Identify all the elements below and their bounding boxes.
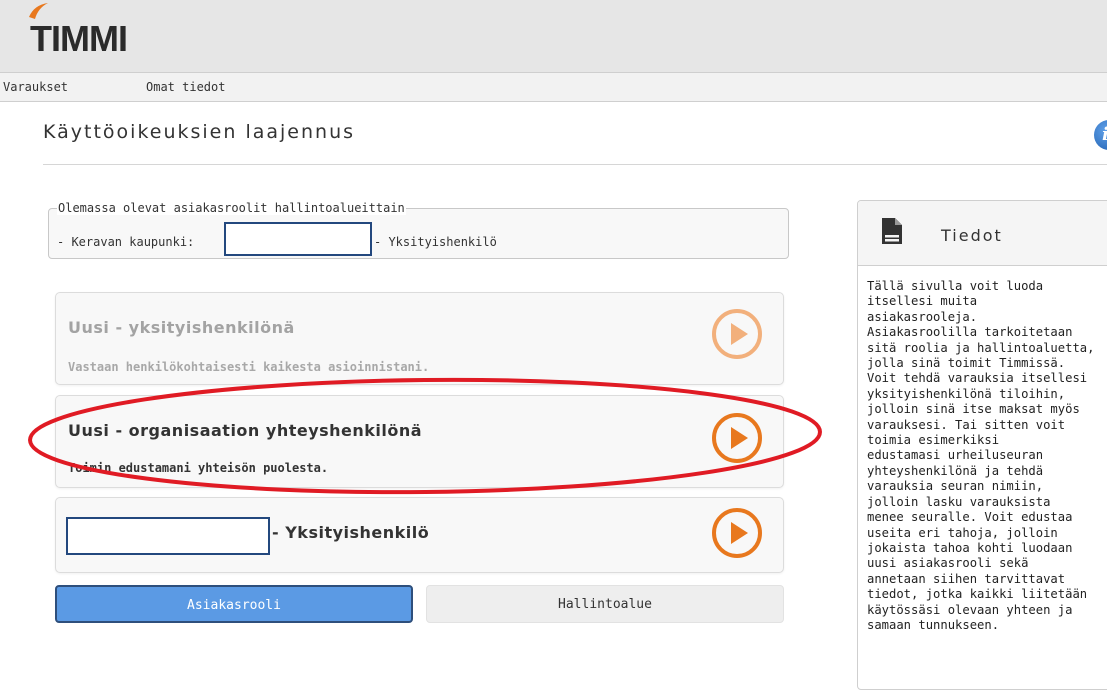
info-panel-line: asiakasrooleja. xyxy=(867,309,978,324)
info-panel-line: Tällä sivulla voit luoda xyxy=(867,279,1044,293)
redacted-box xyxy=(224,222,372,256)
info-panel-line: uusi asiakasrooli sekä xyxy=(867,556,1029,571)
info-panel-line: Asiakasroolilla tarkoitetaan xyxy=(867,325,1073,340)
nav-item-varaukset[interactable]: Varaukset xyxy=(3,80,68,94)
document-icon xyxy=(882,218,902,244)
option-title: Uusi - yksityishenkilönä xyxy=(68,318,295,337)
info-panel-line: edustamasi urheiluseuran xyxy=(867,448,1044,463)
info-panel-line: tiedot, jotka kaikki liitetään xyxy=(867,587,1088,602)
app-header: TIMMI xyxy=(0,0,1107,73)
info-panel-title: Tiedot xyxy=(941,226,1003,245)
option-description: Toimin edustamani yhteisön puolesta. xyxy=(68,461,329,475)
tab-asiakasrooli[interactable]: Asiakasrooli xyxy=(55,585,413,623)
info-panel-line: useita eri tahoja, jolloin xyxy=(867,525,1058,540)
redacted-box xyxy=(66,517,270,555)
option-title: - Yksityishenkilö xyxy=(272,523,430,542)
info-panel-text: Tällä sivulla voit luoda itsellesi muita a… xyxy=(867,279,1102,633)
info-panel-line: jolloin sinä itse maksat myös xyxy=(867,402,1080,417)
option-card-organisation[interactable]: Uusi - organisaation yhteyshenkilönä Toi… xyxy=(55,395,784,488)
info-panel-line: yhteyshenkilönä ja tehdä xyxy=(867,463,1044,478)
existing-roles-legend: Olemassa olevat asiakasroolit hallintoal… xyxy=(57,201,406,215)
option-title: Uusi - organisaation yhteyshenkilönä xyxy=(68,421,423,440)
option-card-existing-role[interactable]: - Yksityishenkilö xyxy=(55,497,784,573)
info-panel-line: toimia esimerkiksi xyxy=(867,433,1000,448)
option-description: Vastaan henkilökohtaisesti kaikesta asio… xyxy=(68,360,430,374)
info-icon[interactable]: i xyxy=(1094,120,1107,150)
info-panel-line: käytössäsi olevaan yhteen ja xyxy=(867,602,1073,617)
page-title: Käyttöoikeuksien laajennus xyxy=(43,121,356,143)
main-nav: Varaukset Omat tiedot xyxy=(0,73,1107,102)
info-panel-line: jolla sinä toimit Timmissä. xyxy=(867,356,1066,371)
info-panel-header: Tiedot xyxy=(858,201,1107,266)
info-panel-line: jokaista tahoa kohti luodaan xyxy=(867,540,1073,555)
info-panel-line: Voit tehdä varauksia itsellesi xyxy=(867,371,1088,386)
nav-item-omat-tiedot[interactable]: Omat tiedot xyxy=(146,80,225,94)
app-logo[interactable]: TIMMI xyxy=(30,18,128,60)
play-icon[interactable] xyxy=(712,413,762,463)
info-panel-line: varauksesi. Tai sitten voit xyxy=(867,417,1066,432)
existing-role-prefix: - Keravan kaupunki: xyxy=(57,235,195,249)
existing-roles-fieldset: Olemassa olevat asiakasroolit hallintoal… xyxy=(48,201,789,259)
info-panel-line: varauksia seuran nimiin, xyxy=(867,479,1044,494)
play-icon[interactable] xyxy=(712,508,762,558)
info-panel-line: sitä roolia ja hallintoaluetta, xyxy=(867,340,1095,355)
info-panel-line: samaan tunnukseen. xyxy=(867,617,1000,632)
option-card-private[interactable]: Uusi - yksityishenkilönä Vastaan henkilö… xyxy=(55,292,784,385)
title-divider xyxy=(43,164,1107,165)
info-panel-line: jolloin lasku varauksista xyxy=(867,494,1051,509)
tab-hallintoalue[interactable]: Hallintoalue xyxy=(426,585,784,623)
info-panel-line: menee seuralle. Voit edustaa xyxy=(867,510,1073,525)
play-icon[interactable] xyxy=(712,309,762,359)
info-panel-line: annetaan siihen tarvittavat xyxy=(867,571,1066,586)
info-panel-line: itsellesi muita xyxy=(867,294,978,309)
info-panel: Tiedot Tällä sivulla voit luoda itsellesi… xyxy=(857,200,1107,690)
existing-role-suffix: - Yksityishenkilö xyxy=(374,235,497,249)
info-panel-line: yksityishenkilönä tiloihin, xyxy=(867,386,1066,401)
